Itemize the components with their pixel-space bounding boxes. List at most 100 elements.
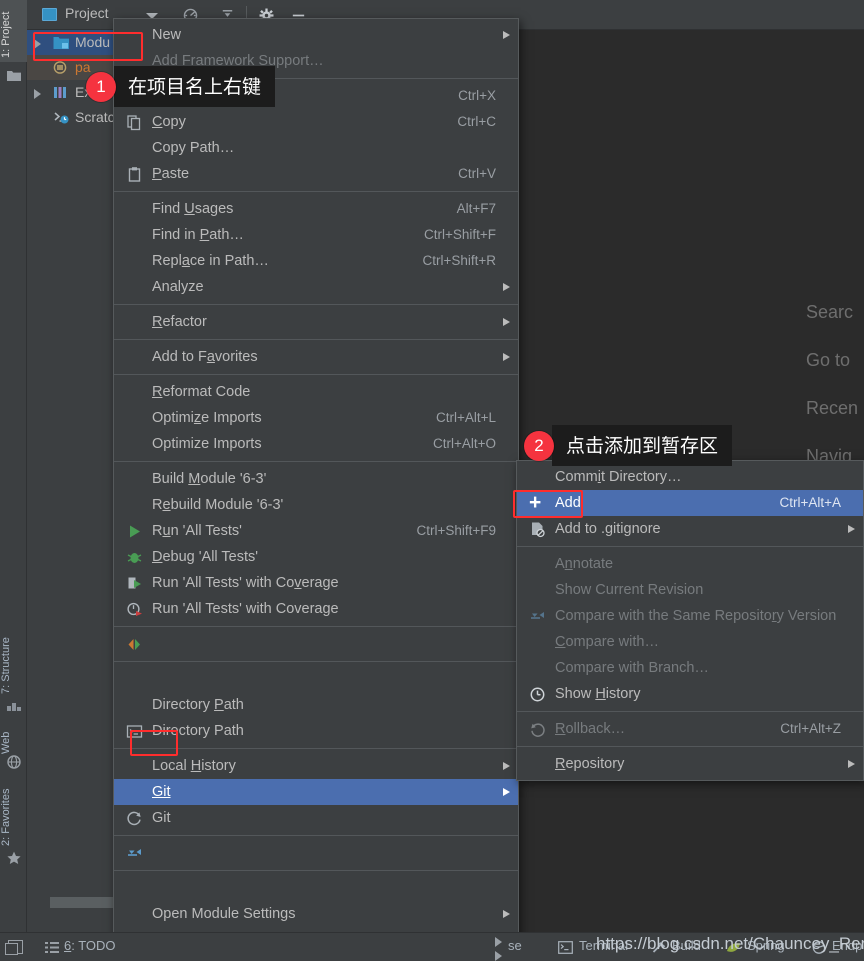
menu-item-optimize-imports[interactable]: Optimize Imports Ctrl+Alt+L [114, 405, 518, 431]
sidebar-tab-project[interactable]: 1: Project [0, 0, 27, 62]
git-menu-item-add[interactable]: + Add Ctrl+Alt+A [517, 490, 863, 516]
status-item-todo[interactable]: 6: TODO [64, 938, 116, 953]
menu-item-label: Local History [152, 758, 236, 774]
git-menu-item-add-to-gitignore[interactable]: Add to .gitignore [517, 516, 863, 542]
submenu-arrow-icon [503, 31, 510, 39]
project-context-menu[interactable]: New Add Framework Support… Cut Ctrl+X Co… [113, 18, 519, 961]
menu-item-show-in-explorer[interactable] [114, 666, 518, 692]
rollback-icon [531, 723, 545, 737]
menu-item-new[interactable]: New [114, 22, 518, 48]
menu-item-label: Refactor [152, 314, 207, 330]
editor-hint: Go to [806, 350, 851, 370]
menu-item-run-all-tests[interactable]: Run 'All Tests' Ctrl+Shift+F9 [114, 518, 518, 544]
git-menu-item-compare-with[interactable]: Compare with… [517, 629, 863, 655]
menu-item-run-with-coverage[interactable]: Run 'All Tests' with Coverage [114, 570, 518, 596]
git-menu-item-commit-directory[interactable]: Commit Directory… [517, 464, 863, 490]
submenu-arrow-icon [503, 910, 510, 918]
external-libraries-icon [54, 87, 66, 98]
menu-item-replace-in-path[interactable]: Replace in Path… Ctrl+Shift+R [114, 248, 518, 274]
menu-item-label: Run 'All Tests' with Coverage [152, 575, 339, 591]
annotation-tooltip: 点击添加到暂存区 [552, 425, 733, 466]
menu-item-local-history[interactable]: Local History [114, 753, 518, 779]
star-icon [7, 851, 21, 864]
menu-item-label: New [152, 27, 182, 43]
git-menu-item-compare-with-branch[interactable]: Compare with Branch… [517, 655, 863, 681]
menu-item-label: Optimize Imports [152, 436, 262, 452]
menu-item-copy[interactable]: Copy Ctrl+C [114, 109, 518, 135]
scroll-down-arrow-icon[interactable] [492, 950, 506, 961]
menu-item-label: Paste [152, 166, 190, 182]
expand-arrow-icon[interactable] [34, 39, 41, 49]
menu-item-rebuild-module[interactable]: Rebuild Module '6-3' [114, 492, 518, 518]
scratches-icon [54, 112, 69, 124]
menu-item-label: Run 'All Tests' with Coverage [152, 601, 339, 617]
menu-item-open-module-settings[interactable] [114, 875, 518, 901]
menu-item-shortcut: Ctrl+X [458, 88, 496, 103]
compare-icon [531, 612, 544, 619]
menu-item-create-all-tests[interactable] [114, 631, 518, 657]
menu-item-compare-with[interactable] [114, 840, 518, 866]
menu-item-analyze[interactable]: Analyze [114, 274, 518, 300]
terminal-icon [558, 941, 573, 954]
menu-item-reformat-code[interactable]: Reformat Code [114, 379, 518, 405]
menu-item-label: Show History [555, 686, 641, 702]
git-menu-item-show-history[interactable]: Show History [517, 681, 863, 707]
menu-item-label: Find Usages [152, 201, 234, 217]
menu-item-label: Replace in Path… [152, 253, 269, 269]
menu-item-debug-all-tests[interactable]: Debug 'All Tests' [114, 544, 518, 570]
scroll-up-arrow-icon[interactable] [492, 936, 506, 948]
menu-item-open-in-terminal[interactable]: Directory Path [114, 718, 518, 744]
git-menu-item-show-current-revision[interactable]: Show Current Revision [517, 577, 863, 603]
menu-item-label: Find in Path… [152, 227, 244, 243]
menu-item-reload-from-disk[interactable]: Git [114, 805, 518, 831]
sidebar-tab-structure[interactable]: 7: Structure [0, 620, 27, 694]
menu-item-remove-module[interactable]: Optimize Imports Ctrl+Alt+O [114, 431, 518, 457]
paste-icon [128, 167, 141, 182]
git-menu-item-rollback[interactable]: Rollback… Ctrl+Alt+Z [517, 716, 863, 742]
status-item-database[interactable]: se [508, 938, 522, 953]
annotation-1: 1 在项目名上右键 [86, 66, 276, 107]
menu-item-shortcut: Ctrl+C [457, 114, 496, 129]
menu-item-label: Commit Directory… [555, 469, 682, 485]
menu-separator [114, 304, 518, 305]
menu-separator [114, 339, 518, 340]
gitignore-icon [532, 522, 545, 538]
menu-item-copy-path[interactable]: Copy Path… [114, 135, 518, 161]
terminal-icon [126, 725, 143, 738]
git-menu-item-annotate[interactable]: Annotate [517, 551, 863, 577]
menu-item-shortcut: Ctrl+V [458, 166, 496, 181]
menu-item-add-to-favorites[interactable]: Add to Favorites [114, 344, 518, 370]
menu-item-find-usages[interactable]: Find Usages Alt+F7 [114, 196, 518, 222]
menu-item-build-module[interactable]: Build Module '6-3' [114, 466, 518, 492]
menu-separator [114, 461, 518, 462]
sidebar-tab-favorites[interactable]: 2: Favorites [0, 766, 27, 846]
expand-arrow-icon[interactable] [34, 89, 41, 99]
menu-item-label: Add to Favorites [152, 349, 258, 365]
menu-item-git[interactable]: Git [114, 779, 518, 805]
structure-icon [7, 703, 21, 711]
package-icon [53, 61, 67, 74]
menu-item-label: Debug 'All Tests' [152, 549, 259, 565]
menu-item-directory-path[interactable]: Directory Path [114, 692, 518, 718]
menu-separator [114, 374, 518, 375]
submenu-arrow-icon [503, 353, 510, 361]
menu-item-run-with-jfr[interactable]: Run 'All Tests' with Coverage [114, 596, 518, 622]
menu-item-mark-directory-as[interactable]: Open Module Settings [114, 901, 518, 927]
menu-item-label: Optimize Imports [152, 410, 262, 426]
menu-item-paste[interactable]: Paste Ctrl+V [114, 161, 518, 187]
git-submenu[interactable]: Commit Directory… + Add Ctrl+Alt+A Add t… [516, 460, 864, 781]
menu-item-shortcut: Ctrl+Alt+A [779, 495, 841, 510]
window-restore-icon[interactable] [5, 940, 23, 955]
menu-separator [114, 191, 518, 192]
menu-item-refactor[interactable]: Refactor [114, 309, 518, 335]
editor-hint: Searc [806, 302, 854, 322]
menu-item-find-in-path[interactable]: Find in Path… Ctrl+Shift+F [114, 222, 518, 248]
submenu-arrow-icon [503, 283, 510, 291]
annotation-number: 2 [524, 430, 554, 461]
git-menu-item-compare-same-repo-version[interactable]: Compare with the Same Repository Version [517, 603, 863, 629]
git-menu-item-repository[interactable]: Repository [517, 751, 863, 777]
profiler-icon [127, 602, 142, 616]
annotation-number: 1 [86, 71, 116, 102]
menu-item-shortcut: Alt+F7 [456, 201, 496, 216]
submenu-arrow-icon [503, 762, 510, 770]
